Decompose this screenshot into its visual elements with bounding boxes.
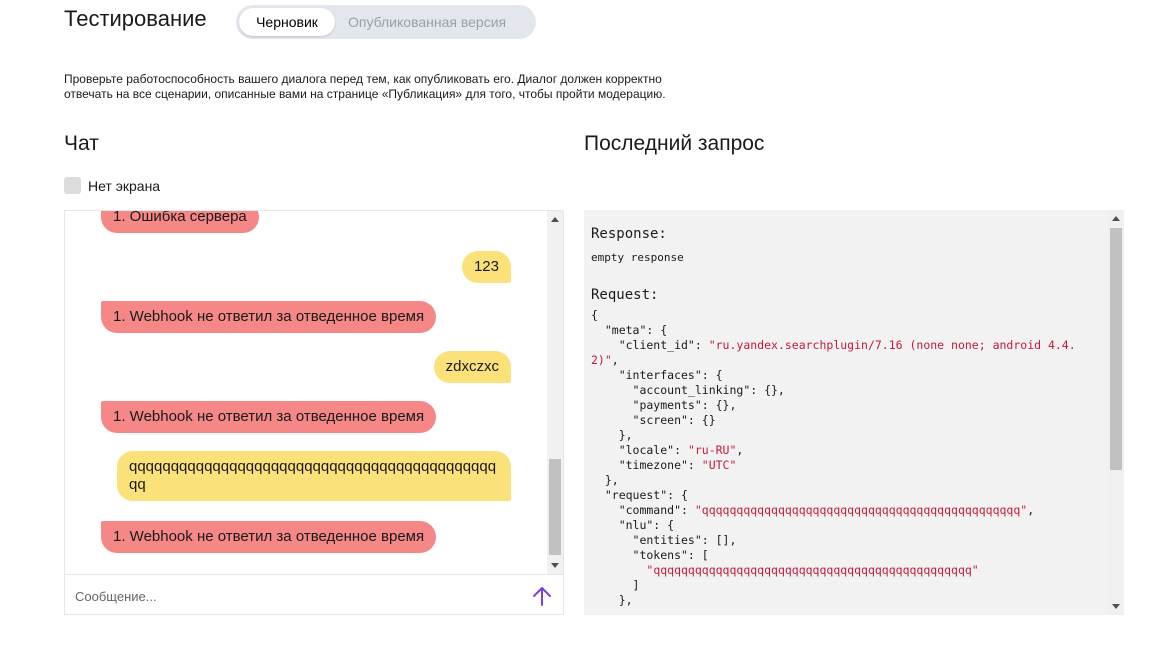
code-line: "tokens": [ <box>591 548 1101 563</box>
code-text: "interfaces": { <box>591 368 723 382</box>
user-message: 123 <box>461 251 511 283</box>
code-text: "request": { <box>591 488 688 502</box>
tab-draft[interactable]: Черновик <box>239 8 335 36</box>
code-line: "client_id": "ru.yandex.searchplugin/7.1… <box>591 338 1101 353</box>
code-line: "screen": {} <box>591 413 1101 428</box>
chat-title: Чат <box>64 132 99 155</box>
request-label: Request: <box>591 287 659 303</box>
code-string: 2)" <box>591 353 612 367</box>
code-line: }, <box>591 473 1101 488</box>
code-line: "account_linking": {}, <box>591 383 1101 398</box>
code-text: "client_id": <box>591 338 709 352</box>
chat-panel: 1. Ошибка сервера 123 1. Webhook не отве… <box>64 210 564 615</box>
code-string: "ru-RU" <box>687 443 737 457</box>
no-screen-checkbox[interactable] <box>64 177 81 194</box>
bot-message: 1. Webhook не ответил за отведенное врем… <box>101 401 437 433</box>
code-string: "qqqqqqqqqqqqqqqqqqqqqqqqqqqqqqqqqqqqqqq… <box>694 503 1028 517</box>
code-text: }, <box>591 593 633 607</box>
code-text: }, <box>591 473 619 487</box>
code-string: "ru.yandex.searchplugin/7.16 (none none;… <box>708 338 1076 352</box>
code-line: ] <box>591 578 1101 593</box>
last-request-title: Последний запрос <box>584 132 765 155</box>
code-line: "nlu": { <box>591 518 1101 533</box>
code-line: "meta": { <box>591 323 1101 338</box>
code-line: "entities": [], <box>591 533 1101 548</box>
code-line: }, <box>591 593 1101 608</box>
code-line: "request": { <box>591 488 1101 503</box>
request-json: { "meta": { "client_id": "ru.yandex.sear… <box>591 308 1101 608</box>
scroll-thumb[interactable] <box>549 459 561 555</box>
code-text: "tokens": [ <box>591 548 709 562</box>
code-line: { <box>591 308 1101 323</box>
code-string: "UTC" <box>701 458 737 472</box>
send-button[interactable] <box>531 585 553 607</box>
version-switch[interactable]: Черновик Опубликованная версия <box>236 5 536 39</box>
code-line: "locale": "ru-RU", <box>591 443 1101 458</box>
no-screen-label: Нет экрана <box>88 177 161 194</box>
code-text: "payments": {}, <box>591 398 737 412</box>
code-text: , <box>736 443 744 457</box>
user-message: qqqqqqqqqqqqqqqqqqqqqqqqqqqqqqqqqqqqqqqq… <box>117 451 511 501</box>
scroll-down-arrow[interactable] <box>551 563 559 568</box>
last-request-panel: Response: empty response Request: { "met… <box>584 210 1124 615</box>
message-composer <box>65 574 563 614</box>
code-line: "payments": {}, <box>591 398 1101 413</box>
code-text: ] <box>591 578 640 592</box>
code-string: "qqqqqqqqqqqqqqqqqqqqqqqqqqqqqqqqqqqqqqq… <box>646 563 979 577</box>
code-text: "timezone": <box>591 458 702 472</box>
code-text: "screen": {} <box>591 413 716 427</box>
code-line: "timezone": "UTC" <box>591 458 1101 473</box>
scroll-up-arrow[interactable] <box>551 217 559 222</box>
message-input[interactable] <box>75 585 515 607</box>
request-scrollbar[interactable] <box>1108 210 1124 615</box>
description-line: отвечать на все сценарии, описанные вами… <box>64 87 666 101</box>
bot-message: 1. Webhook не ответил за отведенное врем… <box>101 521 437 553</box>
description-line: Проверьте работоспособность вашего диало… <box>64 72 662 86</box>
code-line: }, <box>591 428 1101 443</box>
bot-message: 1. Webhook не ответил за отведенное врем… <box>101 301 437 333</box>
code-text: "entities": [], <box>591 533 737 547</box>
description: Проверьте работоспособность вашего диало… <box>64 72 744 102</box>
code-line: "qqqqqqqqqqqqqqqqqqqqqqqqqqqqqqqqqqqqqqq… <box>591 563 1101 578</box>
chat-scrollbar[interactable] <box>547 211 563 574</box>
code-text: "account_linking": {}, <box>591 383 785 397</box>
code-line: "interfaces": { <box>591 368 1101 383</box>
request-viewer: Response: empty response Request: { "met… <box>591 226 1101 608</box>
code-text: "meta": { <box>591 323 668 337</box>
code-text: "command": <box>591 503 695 517</box>
scroll-up-arrow[interactable] <box>1112 216 1120 221</box>
tab-published[interactable]: Опубликованная версия <box>348 8 506 36</box>
no-screen-option[interactable]: Нет экрана <box>64 176 160 195</box>
page-title: Тестирование <box>64 6 207 31</box>
code-text: "nlu": { <box>591 518 675 532</box>
response-label: Response: <box>591 226 667 242</box>
bot-message: 1. Ошибка сервера <box>101 211 259 233</box>
chat-messages[interactable]: 1. Ошибка сервера 123 1. Webhook не отве… <box>65 211 547 574</box>
code-text: }, <box>591 428 633 442</box>
code-text: { <box>591 308 598 322</box>
response-value: empty response <box>591 251 684 264</box>
code-text: "locale": <box>591 443 688 457</box>
scroll-down-arrow[interactable] <box>1112 604 1120 609</box>
code-line: 2)", <box>591 353 1101 368</box>
code-line: "command": "qqqqqqqqqqqqqqqqqqqqqqqqqqqq… <box>591 503 1101 518</box>
arrow-up-icon <box>533 587 551 606</box>
scroll-thumb[interactable] <box>1110 228 1122 470</box>
user-message: zdxczxc <box>433 351 511 383</box>
code-text: , <box>1027 503 1035 517</box>
code-text: , <box>611 353 619 367</box>
